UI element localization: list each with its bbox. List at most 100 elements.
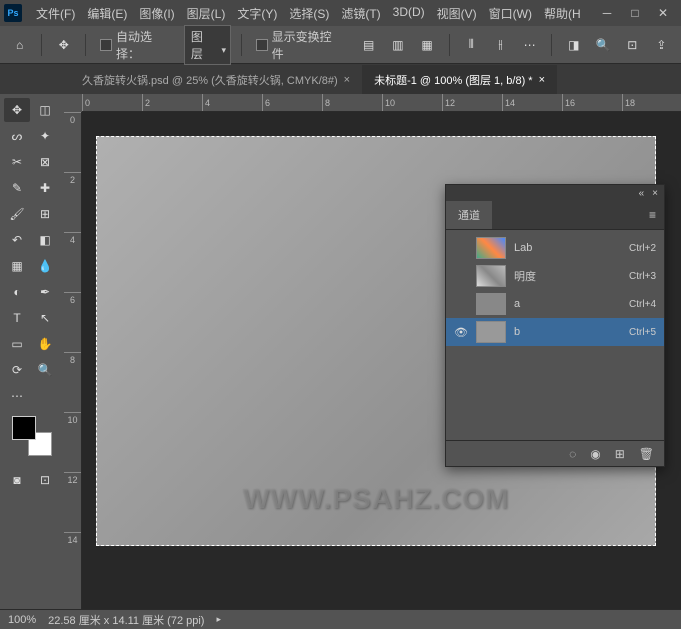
tools-panel: ✥ ◫ ᔕ ✦ ✂ ⊠ ✎ ✚ 🖌 ⊞ ↶ ◧ ▦ 💧 ◐ ✒ T ↖ ▭ ✋ … [0, 94, 64, 609]
panel-header[interactable]: « × [446, 185, 664, 201]
separator [41, 34, 42, 56]
stamp-tool[interactable]: ⊞ [32, 202, 58, 226]
channel-name: a [514, 298, 621, 310]
marquee-tool[interactable]: ◫ [32, 98, 58, 122]
info-dropdown-icon[interactable]: ▸ [216, 614, 221, 625]
search-icon[interactable]: 🔍 [591, 33, 614, 57]
shape-tool[interactable]: ▭ [4, 332, 30, 356]
channels-panel: « × 通道 ≡ Lab Ctrl+2 明度 Ctrl+3 [445, 184, 665, 467]
menu-filter[interactable]: 滤镜(T) [335, 1, 386, 26]
channel-shortcut: Ctrl+5 [629, 327, 656, 338]
visibility-icon[interactable] [454, 269, 468, 283]
minimize-button[interactable]: ─ [593, 3, 621, 23]
menu-3d[interactable]: 3D(D) [387, 1, 431, 26]
screen-mode-tool[interactable]: ⊡ [32, 468, 58, 492]
channel-row-lightness[interactable]: 明度 Ctrl+3 [446, 262, 664, 290]
channel-shortcut: Ctrl+3 [629, 271, 656, 282]
channel-row-lab[interactable]: Lab Ctrl+2 [446, 234, 664, 262]
pen-tool[interactable]: ✒ [32, 280, 58, 304]
align-center-icon[interactable]: ▥ [386, 33, 409, 57]
hand-tool[interactable]: ✋ [32, 332, 58, 356]
app-logo: Ps [4, 4, 22, 22]
healing-tool[interactable]: ✚ [32, 176, 58, 200]
3d-mode-icon[interactable]: ◨ [562, 33, 585, 57]
load-selection-icon[interactable]: ◌ [569, 447, 576, 461]
close-icon[interactable]: × [539, 74, 545, 86]
channels-tab[interactable]: 通道 [446, 201, 492, 229]
panel-menu-icon[interactable]: ≡ [641, 208, 664, 222]
align-right-icon[interactable]: ▦ [416, 33, 439, 57]
magic-wand-tool[interactable]: ✦ [32, 124, 58, 148]
distribute-h-icon[interactable]: ⫴ [460, 33, 483, 57]
align-left-icon[interactable]: ▤ [357, 33, 380, 57]
workspace-icon[interactable]: ⊡ [621, 33, 644, 57]
layer-select-dropdown[interactable]: 图层 [184, 25, 231, 65]
menu-help[interactable]: 帮助(H [538, 1, 587, 26]
move-tool-icon[interactable]: ✥ [52, 33, 75, 57]
channel-name: b [514, 326, 621, 338]
auto-select-check[interactable]: 自动选择： [96, 28, 177, 62]
delete-channel-icon[interactable]: 🗑 [639, 447, 654, 461]
eyedropper-tool[interactable]: ✎ [4, 176, 30, 200]
home-icon[interactable]: ⌂ [8, 33, 31, 57]
visibility-icon[interactable] [454, 241, 468, 255]
doc-info[interactable]: 22.58 厘米 x 14.11 厘米 (72 ppi) [48, 612, 204, 628]
gradient-tool[interactable]: ▦ [4, 254, 30, 278]
quick-mask-tool[interactable]: ◙ [4, 468, 30, 492]
tab-label: 久香旋转火锅.psd @ 25% (久香旋转火锅, CMYK/8#) [82, 72, 338, 88]
history-brush-tool[interactable]: ↶ [4, 228, 30, 252]
menu-bar: 文件(F) 编辑(E) 图像(I) 图层(L) 文字(Y) 选择(S) 滤镜(T… [30, 1, 593, 26]
dodge-tool[interactable]: ◐ [4, 280, 30, 304]
menu-view[interactable]: 视图(V) [431, 1, 483, 26]
doc-tab-2[interactable]: 未标题-1 @ 100% (图层 1, b/8) * × [362, 65, 557, 94]
zoom-tool[interactable]: 🔍 [32, 358, 58, 382]
save-selection-icon[interactable]: ◉ [590, 447, 600, 461]
maximize-button[interactable]: □ [621, 3, 649, 23]
path-tool[interactable]: ↖ [32, 306, 58, 330]
distribute-v-icon[interactable]: ⫲ [489, 33, 512, 57]
frame-tool[interactable]: ⊠ [32, 150, 58, 174]
menu-image[interactable]: 图像(I) [133, 1, 180, 26]
edit-toolbar[interactable]: ⋯ [4, 384, 30, 408]
foreground-color-swatch[interactable] [12, 416, 36, 440]
more-icon[interactable]: ⋯ [518, 33, 541, 57]
move-tool[interactable]: ✥ [4, 98, 30, 122]
rotate-tool[interactable]: ⟳ [4, 358, 30, 382]
show-transform-check[interactable]: 显示变换控件 [252, 28, 345, 62]
menu-select[interactable]: 选择(S) [283, 1, 335, 26]
close-button[interactable]: ✕ [649, 3, 677, 23]
menu-type[interactable]: 文字(Y) [231, 1, 283, 26]
doc-tab-1[interactable]: 久香旋转火锅.psd @ 25% (久香旋转火锅, CMYK/8#) × [70, 65, 362, 94]
new-channel-icon[interactable]: ⊞ [615, 447, 625, 461]
visibility-icon[interactable]: 👁 [454, 325, 468, 339]
type-tool[interactable]: T [4, 306, 30, 330]
channel-row-a[interactable]: a Ctrl+4 [446, 290, 664, 318]
collapse-icon[interactable]: « [639, 188, 645, 199]
checkbox-icon[interactable] [100, 39, 112, 51]
canvas-area[interactable]: 024 6810 121416 1820 024 6810 1214 WWW.P… [64, 94, 681, 609]
panel-footer: ◌ ◉ ⊞ 🗑 [446, 440, 664, 466]
title-bar: Ps 文件(F) 编辑(E) 图像(I) 图层(L) 文字(Y) 选择(S) 滤… [0, 0, 681, 26]
channel-row-b[interactable]: 👁 b Ctrl+5 [446, 318, 664, 346]
menu-file[interactable]: 文件(F) [30, 1, 81, 26]
ruler-horizontal: 024 6810 121416 1820 [82, 94, 681, 112]
menu-window[interactable]: 窗口(W) [483, 1, 538, 26]
options-bar: ⌂ ✥ 自动选择： 图层 显示变换控件 ▤ ▥ ▦ ⫴ ⫲ ⋯ ◨ 🔍 ⊡ ⇪ [0, 26, 681, 64]
zoom-level[interactable]: 100% [8, 614, 36, 626]
panel-tabs: 通道 ≡ [446, 201, 664, 230]
eraser-tool[interactable]: ◧ [32, 228, 58, 252]
ruler-corner [64, 94, 82, 112]
crop-tool[interactable]: ✂ [4, 150, 30, 174]
lasso-tool[interactable]: ᔕ [4, 124, 30, 148]
menu-layer[interactable]: 图层(L) [181, 1, 232, 26]
color-swatches[interactable] [12, 416, 52, 456]
checkbox-icon[interactable] [256, 39, 268, 51]
blur-tool[interactable]: 💧 [32, 254, 58, 278]
close-icon[interactable]: × [344, 74, 350, 86]
brush-tool[interactable]: 🖌 [4, 202, 30, 226]
ruler-vertical: 024 6810 1214 [64, 112, 82, 609]
visibility-icon[interactable] [454, 297, 468, 311]
menu-edit[interactable]: 编辑(E) [81, 1, 133, 26]
close-icon[interactable]: × [652, 188, 658, 199]
share-icon[interactable]: ⇪ [650, 33, 673, 57]
